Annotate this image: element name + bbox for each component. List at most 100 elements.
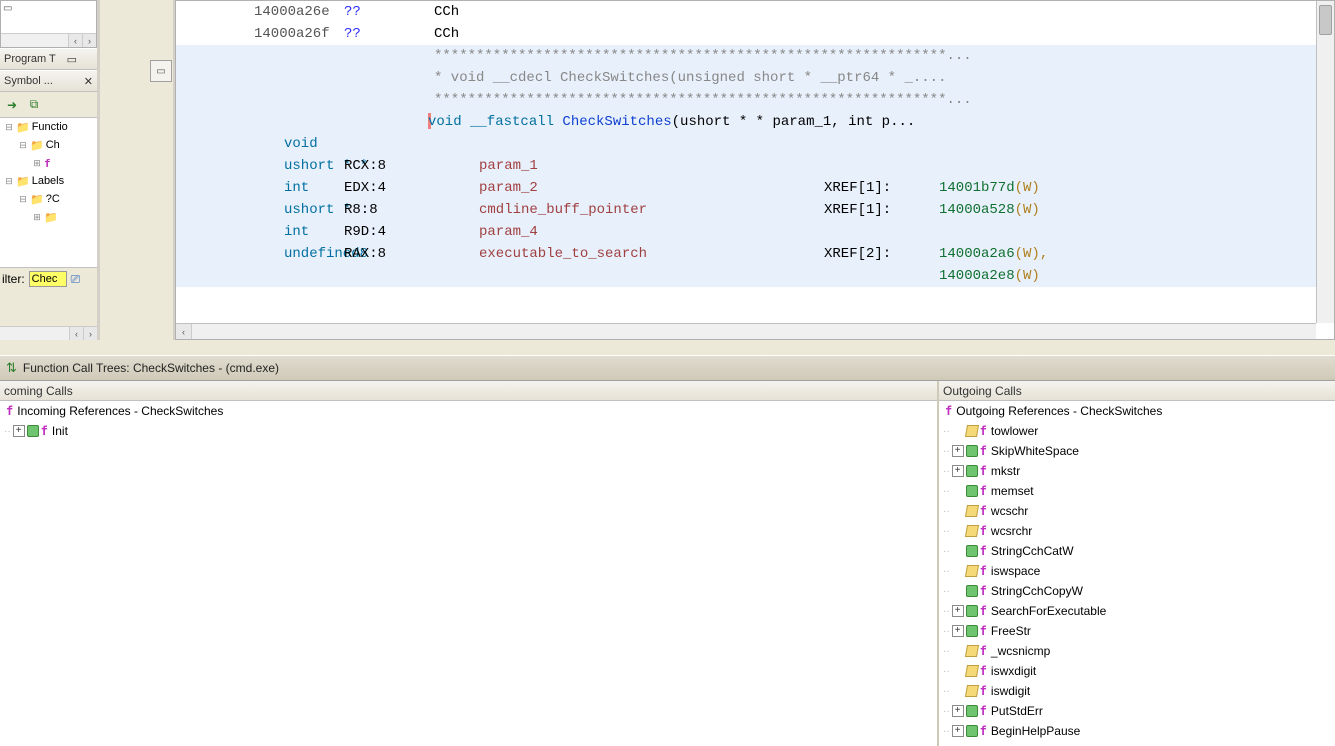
function-icon: f <box>980 644 987 658</box>
call-label: towlower <box>991 424 1038 438</box>
call-label: _wcsnicmp <box>991 644 1050 658</box>
call-tree-root[interactable]: fOutgoing References - CheckSwitches <box>939 401 1335 421</box>
h-scrollbar[interactable]: ‹ <box>176 323 1316 339</box>
call-tree-item[interactable]: ·· fwcsrchr <box>939 521 1335 541</box>
call-label: memset <box>991 484 1034 498</box>
call-tree-item[interactable]: ·· fiswspace <box>939 561 1335 581</box>
ref-icon <box>965 645 979 657</box>
code-line[interactable]: ****************************************… <box>176 45 1316 67</box>
goto-icon[interactable]: ➜ <box>2 95 22 115</box>
tree-item[interactable]: ⊟📁?C <box>0 190 97 208</box>
call-tree-item[interactable]: ·· fiswdigit <box>939 681 1335 701</box>
call-tree-item[interactable]: ··+ fSearchForExecutable <box>939 601 1335 621</box>
expander-icon[interactable]: + <box>952 465 964 477</box>
program-tab-label: Program T <box>4 53 56 65</box>
call-tree-item[interactable]: ·· fmemset <box>939 481 1335 501</box>
tree-item[interactable]: ⊟📁Labels <box>0 172 97 190</box>
folder-icon: 📁 <box>16 121 30 134</box>
listing-body[interactable]: 14000a26e??CCh14000a26f??CCh ***********… <box>176 1 1316 323</box>
code-line[interactable]: void __fastcall CheckSwitches(ushort * *… <box>176 111 1316 133</box>
expander-icon[interactable]: + <box>952 705 964 717</box>
folder-icon: 📁 <box>30 139 44 152</box>
tree-item[interactable]: ⊞f <box>0 154 97 172</box>
call-tree-root[interactable]: fIncoming References - CheckSwitches <box>0 401 937 421</box>
clear-filter-icon[interactable]: ⎚ <box>71 272 81 287</box>
function-icon: f <box>980 664 987 678</box>
left-sidebar: ▭ ‹ › Program T ▭ Symbol ... ✕ ➜ ⧉ ⊟📁Fun… <box>0 0 100 340</box>
call-tree-item[interactable]: ·· fiswxdigit <box>939 661 1335 681</box>
ref-icon <box>965 425 979 437</box>
nav-history-icon[interactable]: ▭ <box>150 60 172 82</box>
tree-icon[interactable]: ⧉ <box>24 95 44 115</box>
h-scrollbar[interactable]: ‹ › <box>0 326 97 340</box>
call-tree-item[interactable]: ·· ftowlower <box>939 421 1335 441</box>
filter-input[interactable] <box>29 271 67 287</box>
call-tree-item[interactable]: ··+ fPutStdErr <box>939 701 1335 721</box>
call-label: wcsrchr <box>991 524 1032 538</box>
scroll-left-icon[interactable]: ‹ <box>69 327 83 340</box>
symbol-tree-header: Symbol ... ✕ <box>0 70 97 92</box>
call-tree-item[interactable]: ··+ fBeginHelpPause <box>939 721 1335 741</box>
expander-icon[interactable]: + <box>952 445 964 457</box>
call-tree-item[interactable]: ··+ fFreeStr <box>939 621 1335 641</box>
code-line[interactable]: intEDX:4param_2XREF[1]:14001b77d(W) <box>176 177 1316 199</box>
ref-icon <box>966 445 978 457</box>
call-tree-item[interactable]: ·· f_wcsnicmp <box>939 641 1335 661</box>
tree-item[interactable]: ⊟📁Ch <box>0 136 97 154</box>
tree-label: Ch <box>46 139 60 151</box>
code-line[interactable]: 14000a26f??CCh <box>176 23 1316 45</box>
code-line[interactable]: ushort * *RCX:8param_1 <box>176 155 1316 177</box>
expander-icon[interactable]: + <box>13 425 25 437</box>
tree-item[interactable]: ⊟📁Functio <box>0 118 97 136</box>
expander-icon[interactable]: + <box>952 625 964 637</box>
program-tab[interactable]: Program T ▭ <box>0 48 97 70</box>
scroll-right-icon[interactable]: › <box>83 327 97 340</box>
nav-icon[interactable]: ▭ <box>67 53 77 66</box>
call-label: iswxdigit <box>991 664 1036 678</box>
v-scrollbar[interactable] <box>1316 1 1334 323</box>
ref-icon <box>965 505 979 517</box>
folder-icon: 📁 <box>44 211 58 224</box>
call-tree-item[interactable]: ·· fStringCchCopyW <box>939 581 1335 601</box>
scroll-right-icon[interactable]: › <box>82 34 96 47</box>
incoming-tree[interactable]: fIncoming References - CheckSwitches··+ … <box>0 401 937 746</box>
function-icon: f <box>980 484 987 498</box>
code-line[interactable]: ****************************************… <box>176 89 1316 111</box>
outgoing-calls-panel: Outgoing Calls fOutgoing References - Ch… <box>939 381 1335 746</box>
call-tree-item[interactable]: ·· fwcschr <box>939 501 1335 521</box>
ref-icon <box>966 605 978 617</box>
h-scrollbar[interactable]: ‹ › <box>1 33 96 47</box>
scroll-left-icon[interactable]: ‹ <box>68 34 82 47</box>
code-line[interactable]: intR9D:4param_4 <box>176 221 1316 243</box>
call-tree-item[interactable]: ··+ fmkstr <box>939 461 1335 481</box>
call-tree-item[interactable]: ·· fStringCchCatW <box>939 541 1335 561</box>
scroll-left-icon[interactable]: ‹ <box>176 324 192 339</box>
incoming-header-label: coming Calls <box>4 384 73 398</box>
function-icon: f <box>44 157 51 170</box>
code-line[interactable]: void <box>176 133 1316 155</box>
call-label: PutStdErr <box>991 704 1043 718</box>
scrollbar-thumb[interactable] <box>1319 5 1332 35</box>
function-icon: f <box>6 404 13 418</box>
function-icon: f <box>980 604 987 618</box>
code-line[interactable]: 14000a26e??CCh <box>176 1 1316 23</box>
tree-item[interactable]: ⊞📁 <box>0 208 97 226</box>
expander-icon[interactable]: + <box>952 725 964 737</box>
ref-icon <box>27 425 39 437</box>
code-line[interactable]: * void __cdecl CheckSwitches(unsigned sh… <box>176 67 1316 89</box>
incoming-calls-panel: coming Calls fIncoming References - Chec… <box>0 381 939 746</box>
call-tree-item[interactable]: ··+ fInit <box>0 421 937 441</box>
close-icon[interactable]: ✕ <box>84 75 93 88</box>
call-tree-item[interactable]: ··+ fSkipWhiteSpace <box>939 441 1335 461</box>
function-icon: f <box>980 464 987 478</box>
ref-icon <box>965 665 979 677</box>
filter-bar: ilter: ⎚ <box>0 268 97 290</box>
symbol-tree[interactable]: ⊟📁Functio⊟📁Ch⊞f⊟📁Labels⊟📁?C⊞📁 <box>0 118 97 268</box>
code-line[interactable]: ushort *R8:8cmdline_buff_pointerXREF[1]:… <box>176 199 1316 221</box>
code-line[interactable]: undefined8RAX:8executable_to_searchXREF[… <box>176 243 1316 265</box>
call-label: SkipWhiteSpace <box>991 444 1079 458</box>
call-label: BeginHelpPause <box>991 724 1080 738</box>
code-line[interactable]: 14000a2e8(W) <box>176 265 1316 287</box>
outgoing-tree[interactable]: fOutgoing References - CheckSwitches·· f… <box>939 401 1335 746</box>
expander-icon[interactable]: + <box>952 605 964 617</box>
